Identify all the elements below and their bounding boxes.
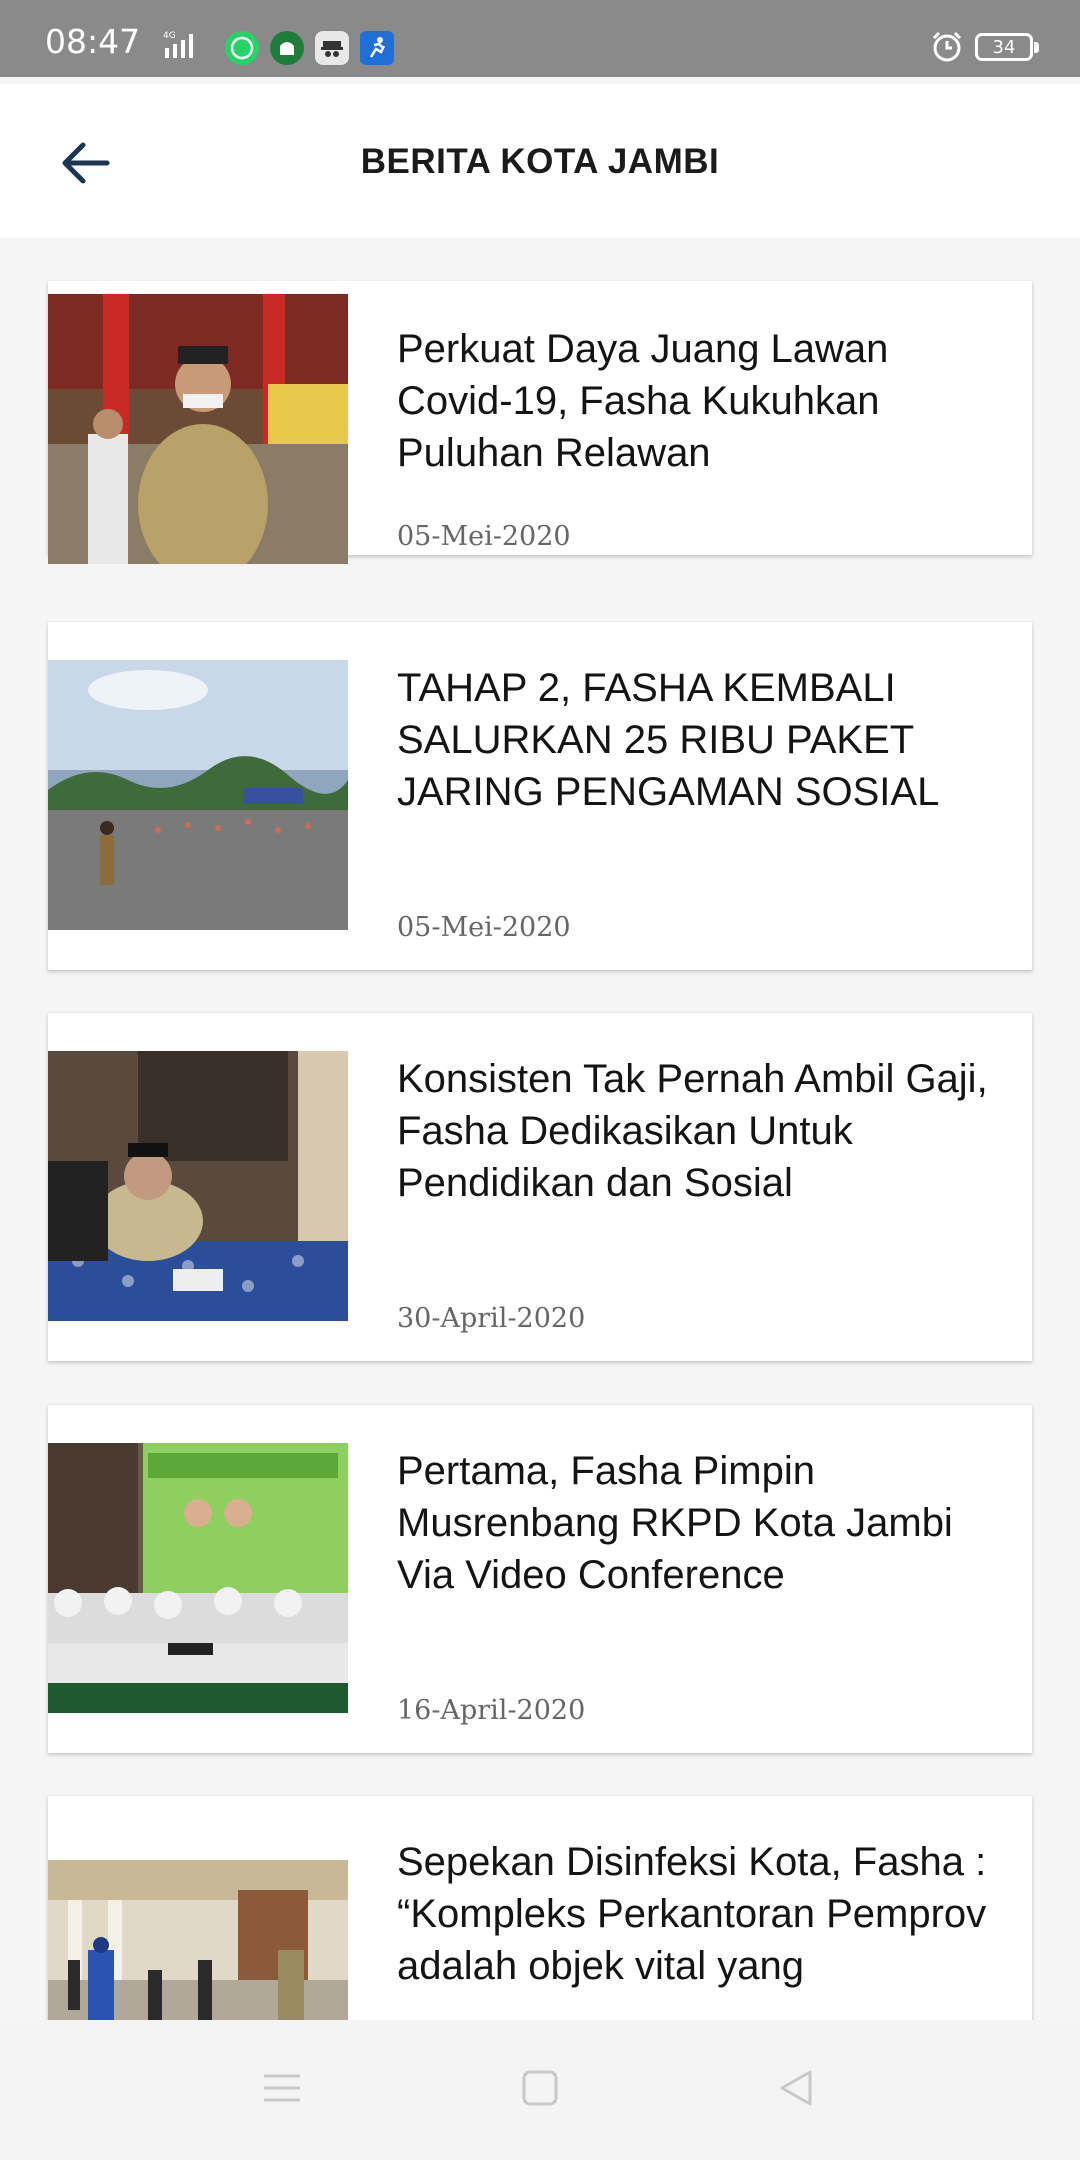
whatsapp-icon bbox=[225, 31, 259, 65]
news-date: 05-Mei-2020 bbox=[397, 912, 571, 943]
status-bar: 08:47 4G 34 bbox=[0, 0, 1080, 77]
battery-icon: 34 bbox=[975, 33, 1039, 61]
news-card[interactable]: Perkuat Daya Juang Lawan Covid-19, Fasha… bbox=[48, 281, 1032, 564]
square-icon bbox=[522, 2070, 558, 2106]
runner-app-icon bbox=[360, 31, 394, 65]
system-nav-bar bbox=[0, 2020, 1080, 2160]
alarm-icon bbox=[929, 29, 965, 70]
news-title: TAHAP 2, FASHA KEMBALI SALURKAN 25 RIBU … bbox=[397, 666, 940, 814]
news-card[interactable]: TAHAP 2, FASHA KEMBALI SALURKAN 25 RIBU … bbox=[48, 622, 1032, 970]
news-title: Konsisten Tak Pernah Ambil Gaji, Fasha D… bbox=[397, 1057, 988, 1205]
page-title: BERITA KOTA JAMBI bbox=[360, 142, 720, 181]
news-title: Sepekan Disinfeksi Kota, Fasha : “Komple… bbox=[397, 1840, 987, 1988]
svg-text:4G: 4G bbox=[163, 31, 176, 41]
news-date: 16-April-2020 bbox=[397, 1695, 586, 1726]
news-thumbnail bbox=[48, 1860, 348, 2020]
news-list[interactable]: Perkuat Daya Juang Lawan Covid-19, Fasha… bbox=[0, 238, 1080, 2020]
menu-icon bbox=[264, 2074, 300, 2102]
signal-icon: 4G bbox=[163, 30, 213, 67]
news-title: Perkuat Daya Juang Lawan Covid-19, Fasha… bbox=[397, 327, 889, 475]
news-thumbnail bbox=[48, 1443, 348, 1713]
mosque-app-icon bbox=[270, 31, 304, 65]
news-title: Pertama, Fasha Pimpin Musrenbang RKPD Ko… bbox=[397, 1449, 953, 1597]
app-bar: BERITA KOTA JAMBI bbox=[0, 84, 1080, 238]
menu-button[interactable] bbox=[252, 2058, 312, 2118]
status-time: 08:47 bbox=[45, 22, 141, 61]
news-card[interactable]: Sepekan Disinfeksi Kota, Fasha : “Komple… bbox=[48, 1796, 1032, 2020]
news-date: 05-Mei-2020 bbox=[397, 521, 571, 552]
home-button[interactable] bbox=[510, 2058, 570, 2118]
news-thumbnail bbox=[48, 660, 348, 930]
news-card[interactable]: Konsisten Tak Pernah Ambil Gaji, Fasha D… bbox=[48, 1013, 1032, 1361]
news-card[interactable]: Pertama, Fasha Pimpin Musrenbang RKPD Ko… bbox=[48, 1405, 1032, 1753]
news-thumbnail bbox=[48, 294, 348, 564]
news-thumbnail bbox=[48, 1051, 348, 1321]
spy-app-icon bbox=[315, 31, 349, 65]
triangle-back-icon bbox=[780, 2070, 812, 2106]
news-date: 30-April-2020 bbox=[397, 1303, 586, 1334]
back-nav-button[interactable] bbox=[766, 2058, 826, 2118]
